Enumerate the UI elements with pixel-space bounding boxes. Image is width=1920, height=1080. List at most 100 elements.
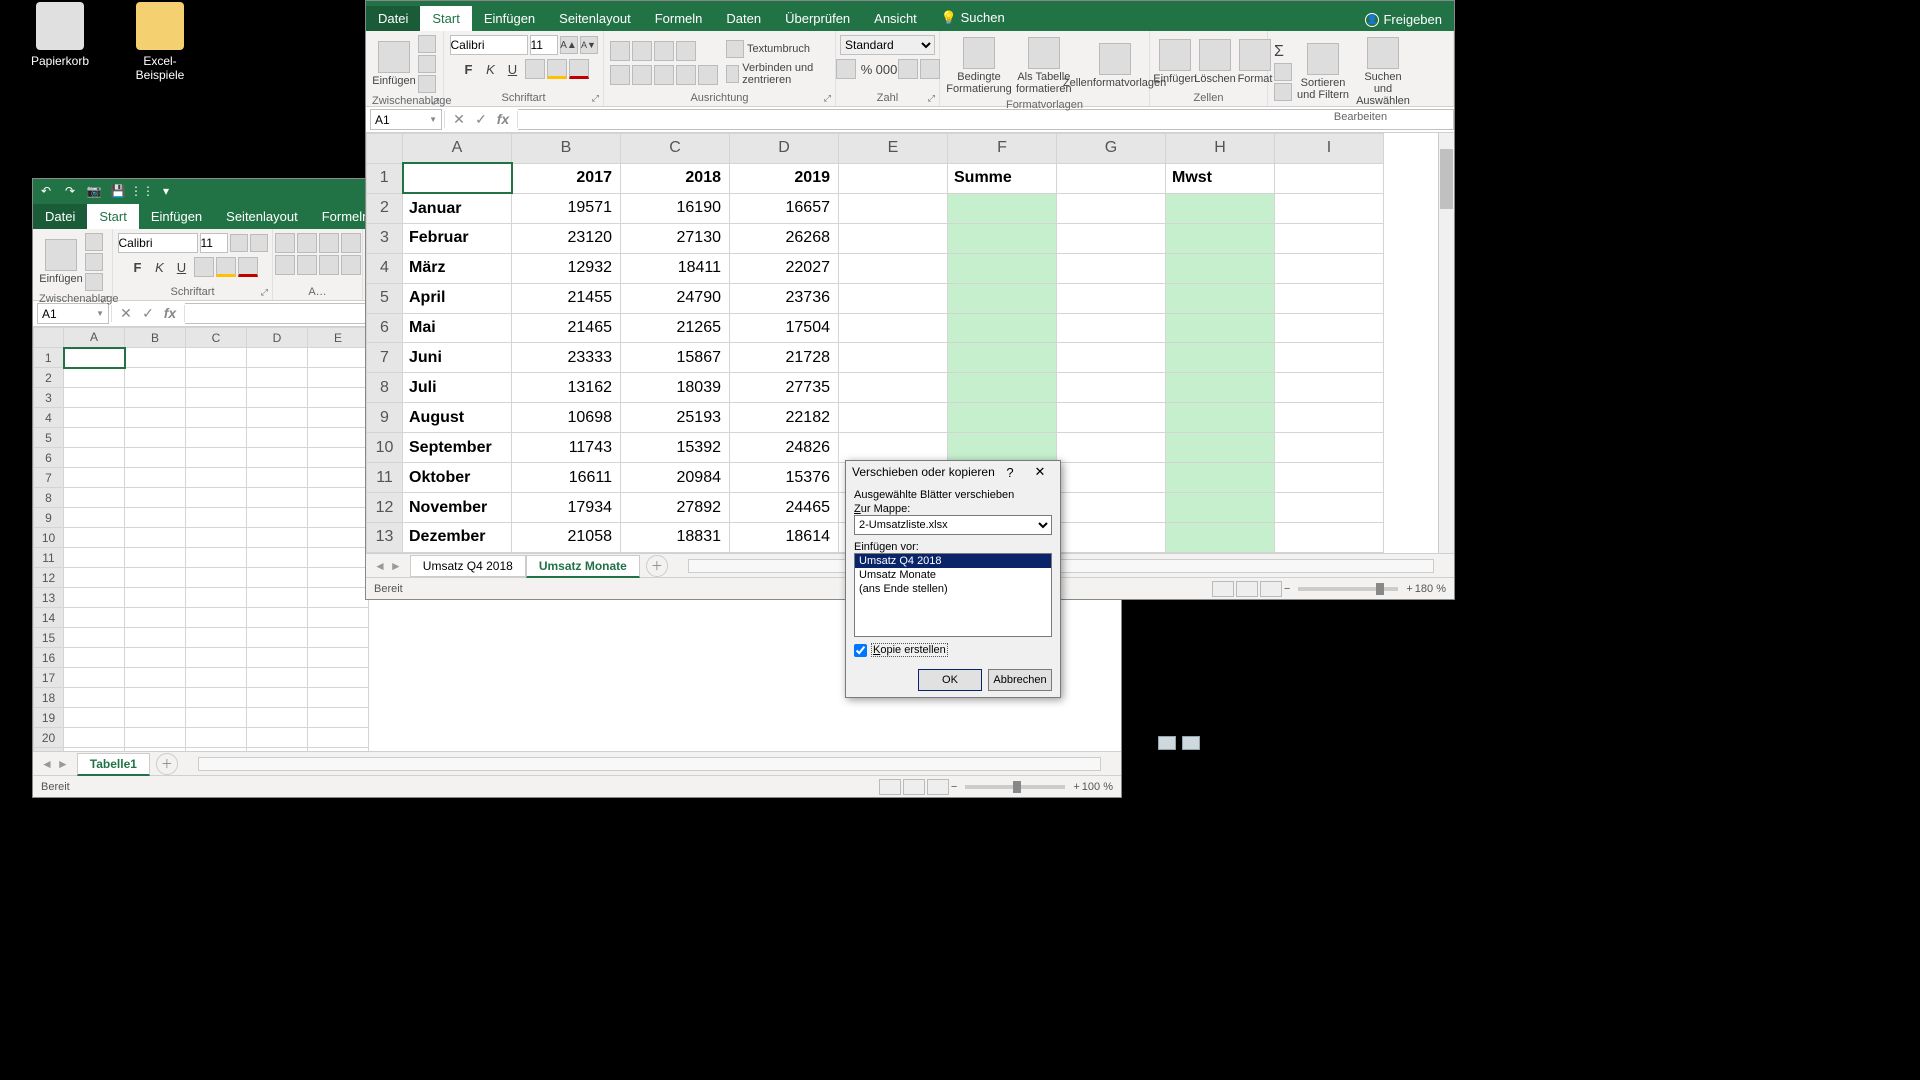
align-middle-icon[interactable] bbox=[297, 233, 317, 253]
horizontal-scrollbar[interactable] bbox=[198, 757, 1101, 771]
tab-start[interactable]: Start bbox=[420, 6, 471, 31]
conditional-formatting-button[interactable]: Bedingte Formatierung bbox=[946, 35, 1012, 97]
cell[interactable] bbox=[839, 163, 948, 193]
cell[interactable]: 2018 bbox=[621, 163, 730, 193]
underline-button[interactable]: U bbox=[172, 257, 192, 277]
name-box[interactable]: A1▼ bbox=[37, 303, 109, 324]
dialog-launcher-icon[interactable]: ⤢ bbox=[261, 287, 268, 298]
chevron-down-icon[interactable]: ▼ bbox=[429, 115, 437, 124]
fx-icon[interactable]: fx bbox=[493, 111, 513, 128]
dialog-launcher-icon[interactable]: ⤢ bbox=[592, 93, 599, 104]
italic-button[interactable]: K bbox=[481, 59, 501, 79]
zoom-out-button[interactable]: − bbox=[951, 781, 957, 793]
cell[interactable]: 2017 bbox=[512, 163, 621, 193]
align-right-icon[interactable] bbox=[319, 255, 339, 275]
cell[interactable]: Summe bbox=[948, 163, 1057, 193]
decrease-font-icon[interactable]: A▼ bbox=[580, 36, 598, 54]
help-button[interactable]: ? bbox=[996, 462, 1024, 482]
align-left-icon[interactable] bbox=[610, 65, 630, 85]
view-icon[interactable] bbox=[1158, 736, 1176, 750]
tab-ansicht[interactable]: Ansicht bbox=[862, 6, 929, 31]
create-copy-checkbox[interactable]: Kopie erstellen bbox=[854, 643, 1052, 657]
tab-start[interactable]: Start bbox=[87, 204, 138, 229]
clear-icon[interactable] bbox=[1274, 83, 1292, 101]
sheet-nav-prev-icon[interactable]: ◄ bbox=[374, 559, 386, 573]
camera-icon[interactable]: 📷 bbox=[87, 184, 101, 198]
normal-view-icon[interactable] bbox=[1212, 581, 1234, 597]
zoom-in-button[interactable]: + bbox=[1406, 583, 1412, 595]
align-middle-icon[interactable] bbox=[632, 41, 652, 61]
merge-center-button[interactable]: Verbinden und zentrieren bbox=[726, 62, 829, 86]
fill-color-icon[interactable] bbox=[216, 257, 236, 277]
tab-datei[interactable]: Datei bbox=[366, 6, 420, 31]
dialog-launcher-icon[interactable]: ⤢ bbox=[928, 93, 935, 104]
tab-ueberpruefen[interactable]: Überprüfen bbox=[773, 6, 862, 31]
fx-icon[interactable]: fx bbox=[160, 305, 180, 322]
sheet-nav-next-icon[interactable]: ► bbox=[390, 559, 402, 573]
cell-styles-button[interactable]: Zellenformatvorlagen bbox=[1076, 41, 1154, 91]
dialog-launcher-icon[interactable]: ⤢ bbox=[824, 93, 831, 104]
vertical-scrollbar[interactable] bbox=[1438, 133, 1454, 553]
decrease-decimal-icon[interactable] bbox=[920, 59, 940, 79]
normal-view-icon[interactable] bbox=[879, 779, 901, 795]
font-color-icon[interactable] bbox=[569, 59, 589, 79]
increase-font-icon[interactable]: A▲ bbox=[560, 36, 578, 54]
bold-button[interactable]: F bbox=[128, 257, 148, 277]
add-sheet-button[interactable]: ＋ bbox=[646, 555, 668, 577]
dialog-launcher-icon[interactable]: ⤢ bbox=[432, 96, 439, 107]
col-header[interactable]: D bbox=[247, 328, 308, 348]
cell[interactable] bbox=[948, 193, 1057, 223]
col-header[interactable]: D bbox=[730, 134, 839, 164]
cell[interactable] bbox=[64, 348, 125, 368]
chevron-down-icon[interactable]: ▼ bbox=[96, 309, 104, 318]
before-sheet-listbox[interactable]: Umsatz Q4 2018 Umsatz Monate (ans Ende s… bbox=[854, 553, 1052, 637]
desktop-icon-excel-examples[interactable]: Excel-Beispiele bbox=[120, 2, 200, 82]
tab-einfuegen[interactable]: Einfügen bbox=[472, 6, 547, 31]
zoom-level[interactable]: 180 % bbox=[1415, 583, 1446, 595]
tab-datei[interactable]: Datei bbox=[33, 204, 87, 229]
orientation-icon[interactable] bbox=[676, 41, 696, 61]
cut-icon[interactable] bbox=[85, 233, 103, 251]
select-all-corner[interactable] bbox=[34, 328, 64, 348]
sheet-tab[interactable]: Umsatz Q4 2018 bbox=[410, 555, 526, 577]
col-header[interactable]: B bbox=[512, 134, 621, 164]
sheet-tab[interactable]: Tabelle1 bbox=[77, 753, 150, 776]
page-layout-view-icon[interactable] bbox=[1236, 581, 1258, 597]
italic-button[interactable]: K bbox=[150, 257, 170, 277]
list-item[interactable]: Umsatz Monate bbox=[855, 568, 1051, 582]
col-header[interactable]: C bbox=[621, 134, 730, 164]
percent-format-icon[interactable]: % bbox=[858, 59, 876, 79]
dialog-launcher-icon[interactable]: ⤢ bbox=[101, 294, 108, 305]
checkbox-input[interactable] bbox=[854, 644, 867, 657]
cancel-formula-icon[interactable]: ✕ bbox=[449, 111, 469, 128]
ok-button[interactable]: OK bbox=[918, 669, 982, 691]
desktop-icon-recycle-bin[interactable]: Papierkorb bbox=[20, 2, 100, 68]
col-header[interactable]: E bbox=[308, 328, 369, 348]
sheet-tab[interactable]: Umsatz Monate bbox=[526, 555, 640, 578]
align-center-icon[interactable] bbox=[297, 255, 317, 275]
align-center-icon[interactable] bbox=[632, 65, 652, 85]
cell[interactable] bbox=[125, 348, 186, 368]
view-icon[interactable] bbox=[1182, 736, 1200, 750]
tab-daten[interactable]: Daten bbox=[714, 6, 773, 31]
fill-color-icon[interactable] bbox=[547, 59, 567, 79]
cancel-formula-icon[interactable]: ✕ bbox=[116, 305, 136, 322]
paste-button[interactable]: Einfügen bbox=[372, 39, 416, 89]
share-button[interactable]: 👤Freigeben bbox=[1353, 8, 1454, 31]
format-painter-icon[interactable] bbox=[85, 273, 103, 291]
list-item[interactable]: Umsatz Q4 2018 bbox=[855, 554, 1051, 568]
decrease-font-icon[interactable] bbox=[250, 234, 268, 252]
fill-icon[interactable] bbox=[1274, 63, 1292, 81]
decrease-indent-icon[interactable] bbox=[676, 65, 696, 85]
cancel-button[interactable]: Abbrechen bbox=[988, 669, 1052, 691]
number-format-select[interactable]: Standard bbox=[840, 35, 935, 55]
col-header[interactable]: E bbox=[839, 134, 948, 164]
format-painter-icon[interactable] bbox=[418, 75, 436, 93]
font-size-input[interactable] bbox=[200, 233, 228, 253]
col-header[interactable]: G bbox=[1057, 134, 1166, 164]
font-name-input[interactable] bbox=[118, 233, 198, 253]
font-color-icon[interactable] bbox=[238, 257, 258, 277]
increase-font-icon[interactable] bbox=[230, 234, 248, 252]
insert-cells-button[interactable]: Einfügen bbox=[1156, 37, 1194, 87]
list-item[interactable]: (ans Ende stellen) bbox=[855, 582, 1051, 596]
